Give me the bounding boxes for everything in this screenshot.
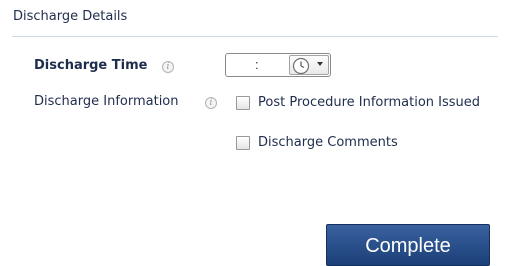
time-separator: : xyxy=(255,57,259,72)
discharge-time-label: Discharge Time xyxy=(34,58,148,73)
section-title: Discharge Details xyxy=(13,9,128,24)
section-divider xyxy=(12,36,498,37)
info-icon[interactable]: i xyxy=(162,61,174,73)
post-procedure-checkbox[interactable] xyxy=(236,96,250,110)
post-procedure-label[interactable]: Post Procedure Information Issued xyxy=(258,95,480,110)
discharge-comments-label[interactable]: Discharge Comments xyxy=(258,135,398,150)
discharge-time-input[interactable]: : xyxy=(225,53,331,77)
chevron-down-icon xyxy=(317,62,323,66)
discharge-comments-checkbox[interactable] xyxy=(236,136,250,150)
discharge-information-label: Discharge Information xyxy=(34,94,179,109)
complete-button[interactable]: Complete xyxy=(326,224,490,266)
info-icon[interactable]: i xyxy=(205,97,217,109)
clock-dropdown-button[interactable] xyxy=(289,55,329,75)
clock-icon xyxy=(292,57,310,75)
